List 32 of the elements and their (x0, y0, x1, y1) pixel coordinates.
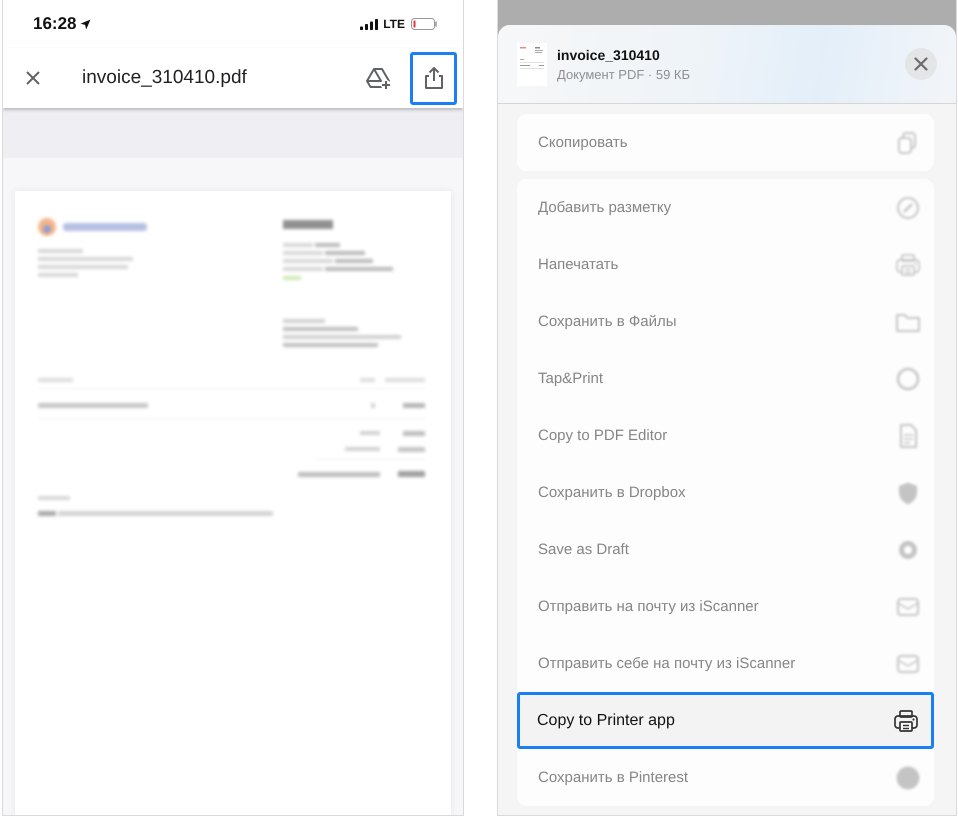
pen-circle-icon (895, 196, 921, 220)
printer-icon (893, 708, 919, 732)
share-action[interactable]: Tap&Print (517, 350, 934, 407)
share-action[interactable]: Сохранить в Dropbox (517, 464, 934, 521)
network-label: LTE (383, 17, 405, 31)
status-time: 16:28 (33, 14, 76, 34)
share-action[interactable]: Сохранить в Pinterest (517, 749, 934, 806)
share-action[interactable]: Сохранить в Файлы (517, 293, 934, 350)
share-action[interactable]: Copy to Printer app (517, 692, 934, 749)
disc-icon (895, 766, 921, 790)
add-button[interactable] (365, 66, 393, 90)
share-action[interactable]: Save as Draft (517, 521, 934, 578)
file-details: Документ PDF · 59 КБ (557, 66, 690, 82)
battery-icon (411, 18, 438, 30)
share-action[interactable]: Отправить себе на почту из iScanner (517, 635, 934, 692)
ring-icon (895, 366, 921, 390)
share-button[interactable] (410, 52, 457, 104)
triangle-plus-icon (366, 66, 392, 90)
signal-icon (360, 18, 378, 30)
share-action[interactable]: Скопировать (517, 114, 934, 171)
document-title: invoice_310410.pdf (82, 67, 247, 89)
location-arrow-icon (80, 18, 92, 30)
printer-icon (895, 252, 921, 276)
share-action[interactable]: Отправить на почту из iScanner (517, 578, 934, 635)
document-thumbnail-icon (517, 42, 547, 86)
file-name: invoice_310410 (557, 46, 661, 62)
share-action[interactable]: Добавить разметку (517, 179, 934, 236)
share-action[interactable]: Copy to PDF Editor (517, 407, 934, 464)
close-icon (914, 57, 928, 71)
close-button[interactable] (905, 48, 937, 80)
share-action[interactable]: Напечатать (517, 236, 934, 293)
close-icon[interactable] (25, 70, 41, 86)
